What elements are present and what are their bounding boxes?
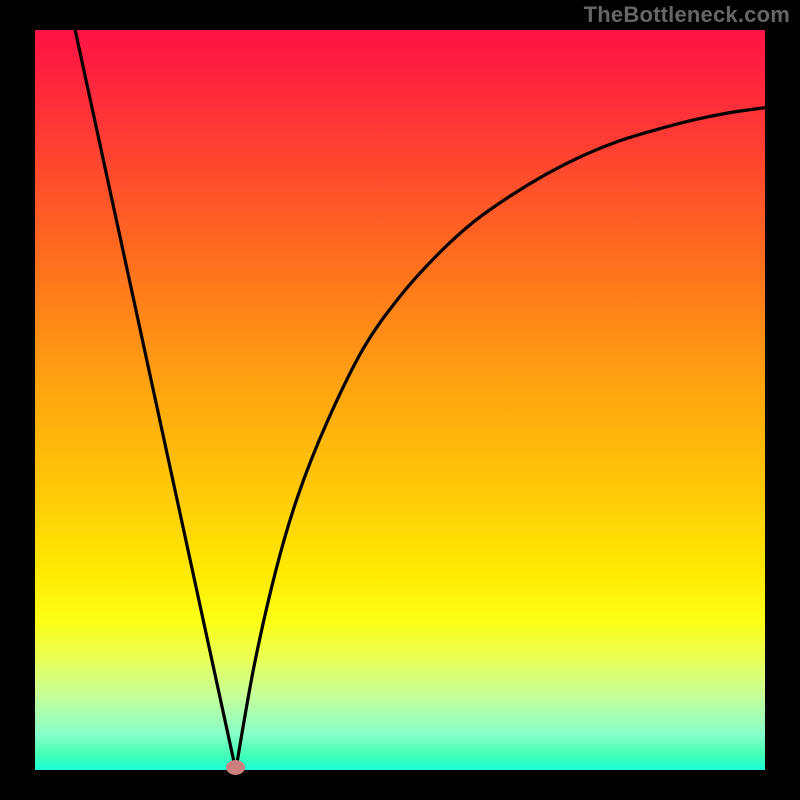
watermark-text: TheBottleneck.com: [584, 2, 790, 28]
curve-layer: [35, 30, 765, 770]
chart-container: TheBottleneck.com: [0, 0, 800, 800]
curve-path: [75, 30, 765, 770]
plot-area: [35, 30, 765, 770]
min-node-marker: [226, 760, 245, 775]
